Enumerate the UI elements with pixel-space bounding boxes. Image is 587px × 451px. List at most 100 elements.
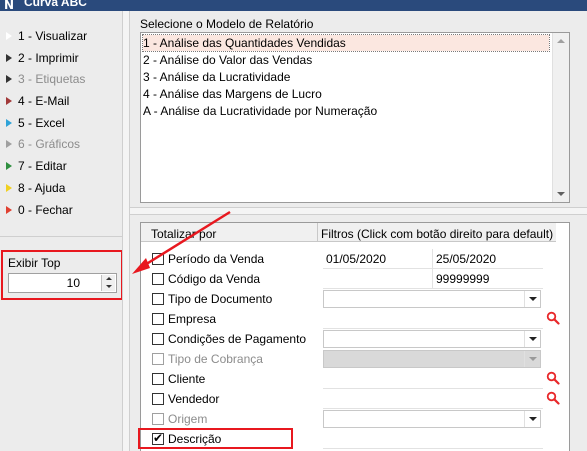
checkbox xyxy=(152,353,164,365)
header-filtros: Filtros (Click com botão direito para de… xyxy=(321,227,554,241)
filters-grid: Totalizar por Filtros (Click com botão d… xyxy=(140,222,570,451)
play-arrow-icon xyxy=(6,97,12,105)
menu-item-excel[interactable]: 5 - Excel xyxy=(6,114,65,132)
scroll-down-icon[interactable] xyxy=(553,186,569,202)
menu-item-label: 4 - E-Mail xyxy=(18,94,70,108)
model-item[interactable]: A - Análise da Lucratividade por Numeraç… xyxy=(143,103,377,119)
checkbox[interactable] xyxy=(152,313,164,325)
menu-item-label: 3 - Etiquetas xyxy=(18,72,86,86)
play-arrow-icon xyxy=(6,32,12,40)
row-label: Tipo de Cobrança xyxy=(168,352,263,366)
origem-select[interactable] xyxy=(323,410,541,428)
menu-item-graficos[interactable]: 6 - Gráficos xyxy=(6,135,80,153)
menu-item-visualizar[interactable]: 1 - Visualizar xyxy=(6,27,87,45)
menu-item-label: 5 - Excel xyxy=(18,116,65,130)
menu-item-label: 7 - Editar xyxy=(18,159,67,173)
tipo-documento-select[interactable] xyxy=(323,290,541,308)
chevron-down-icon[interactable] xyxy=(524,291,540,307)
menu-item-fechar[interactable]: 0 - Fechar xyxy=(6,201,73,219)
model-listbox[interactable]: 1 - Análise das Quantidades Vendidas 2 -… xyxy=(140,32,570,203)
row-label: Período da Venda xyxy=(168,252,265,266)
empresa-field[interactable] xyxy=(323,309,543,329)
sidebar-divider xyxy=(0,236,122,238)
play-arrow-icon xyxy=(6,54,12,62)
header-divider xyxy=(317,223,318,242)
title-bar: N Curva ABC xyxy=(0,0,587,11)
model-item[interactable]: 4 - Análise das Margens de Lucro xyxy=(143,86,322,102)
descricao-field[interactable] xyxy=(323,429,543,449)
play-arrow-icon xyxy=(6,119,12,127)
sidebar: 1 - Visualizar 2 - Imprimir 3 - Etiqueta… xyxy=(0,11,122,451)
row-label: Vendedor xyxy=(168,392,220,406)
filter-end-field[interactable]: 25/05/2020 xyxy=(433,249,543,269)
condicoes-select[interactable] xyxy=(323,330,541,348)
menu-item-label: 2 - Imprimir xyxy=(18,51,79,65)
spin-down-icon[interactable] xyxy=(102,283,115,291)
chevron-down-icon[interactable] xyxy=(524,331,540,347)
play-arrow-icon xyxy=(6,140,12,148)
menu-item-label: 0 - Fechar xyxy=(18,203,73,217)
filter-start-field[interactable] xyxy=(323,269,433,289)
filter-start-field[interactable]: 01/05/2020 xyxy=(323,249,433,269)
row-label: Tipo de Documento xyxy=(168,292,273,306)
grid-row-origem: Origem xyxy=(141,409,556,429)
exibir-top-spinner[interactable]: 10 xyxy=(8,273,117,293)
exibir-top-value: 10 xyxy=(66,276,80,290)
row-label: Cliente xyxy=(168,372,206,386)
tipo-cobranca-select xyxy=(323,350,541,368)
play-arrow-icon xyxy=(6,75,12,83)
vertical-splitter[interactable] xyxy=(122,11,130,451)
row-label: Origem xyxy=(168,412,208,426)
checkbox[interactable] xyxy=(152,273,164,285)
model-item[interactable]: 3 - Análise da Lucratividade xyxy=(143,69,290,85)
spinner-buttons xyxy=(101,275,115,291)
grid-row-tipo-cobranca: Tipo de Cobrança xyxy=(141,349,556,369)
vendedor-field[interactable] xyxy=(323,389,543,409)
row-label: Condições de Pagamento xyxy=(168,332,307,346)
menu-item-email[interactable]: 4 - E-Mail xyxy=(6,92,69,110)
window-title: Curva ABC xyxy=(24,0,87,9)
play-arrow-icon xyxy=(6,206,12,214)
exibir-top-highlight: Exibir Top 10 xyxy=(1,250,123,300)
horizontal-splitter[interactable] xyxy=(130,207,587,215)
app-logo-icon: N xyxy=(4,0,15,11)
grid-row-empresa: Empresa xyxy=(141,309,556,329)
scroll-up-icon[interactable] xyxy=(553,33,569,49)
model-item[interactable]: 1 - Análise das Quantidades Vendidas xyxy=(142,34,550,52)
header-totalizar: Totalizar por xyxy=(151,227,217,241)
model-list-label: Selecione o Modelo de Relatório xyxy=(140,17,314,31)
grid-row-codigo: Código da Venda 99999999 xyxy=(141,269,556,289)
checkbox[interactable] xyxy=(152,393,164,405)
play-arrow-icon xyxy=(6,184,12,192)
grid-header: Totalizar por Filtros (Click com botão d… xyxy=(141,223,556,242)
checkbox xyxy=(152,413,164,425)
chevron-down-icon[interactable] xyxy=(524,411,540,427)
menu-item-ajuda[interactable]: 8 - Ajuda xyxy=(6,179,65,197)
checkbox[interactable] xyxy=(152,293,164,305)
spin-up-icon[interactable] xyxy=(102,275,115,283)
menu-item-imprimir[interactable]: 2 - Imprimir xyxy=(6,49,79,67)
grid-row-periodo: Período da Venda 01/05/2020 25/05/2020 xyxy=(141,249,556,269)
filter-end-field[interactable]: 99999999 xyxy=(433,269,543,289)
checkbox[interactable] xyxy=(152,373,164,385)
model-item[interactable]: 2 - Análise do Valor das Vendas xyxy=(143,52,312,68)
grid-row-vendedor: Vendedor xyxy=(141,389,556,409)
menu-item-label: 1 - Visualizar xyxy=(18,29,88,43)
row-label: Código da Venda xyxy=(168,272,261,286)
checkbox[interactable] xyxy=(152,333,164,345)
play-arrow-icon xyxy=(6,162,12,170)
search-icon[interactable] xyxy=(546,311,560,325)
menu-item-etiquetas[interactable]: 3 - Etiquetas xyxy=(6,70,85,88)
grid-row-tipo-documento: Tipo de Documento xyxy=(141,289,556,309)
grid-row-cliente: Cliente xyxy=(141,369,556,389)
checkbox[interactable] xyxy=(152,253,164,265)
cliente-field[interactable] xyxy=(323,369,543,389)
search-icon[interactable] xyxy=(546,391,560,405)
chevron-down-icon xyxy=(524,351,540,367)
search-icon[interactable] xyxy=(546,371,560,385)
model-scrollbar[interactable] xyxy=(552,33,569,202)
grid-row-condicoes: Condições de Pagamento xyxy=(141,329,556,349)
row-label: Empresa xyxy=(168,312,217,326)
menu-item-editar[interactable]: 7 - Editar xyxy=(6,157,67,175)
descricao-highlight xyxy=(138,428,293,449)
